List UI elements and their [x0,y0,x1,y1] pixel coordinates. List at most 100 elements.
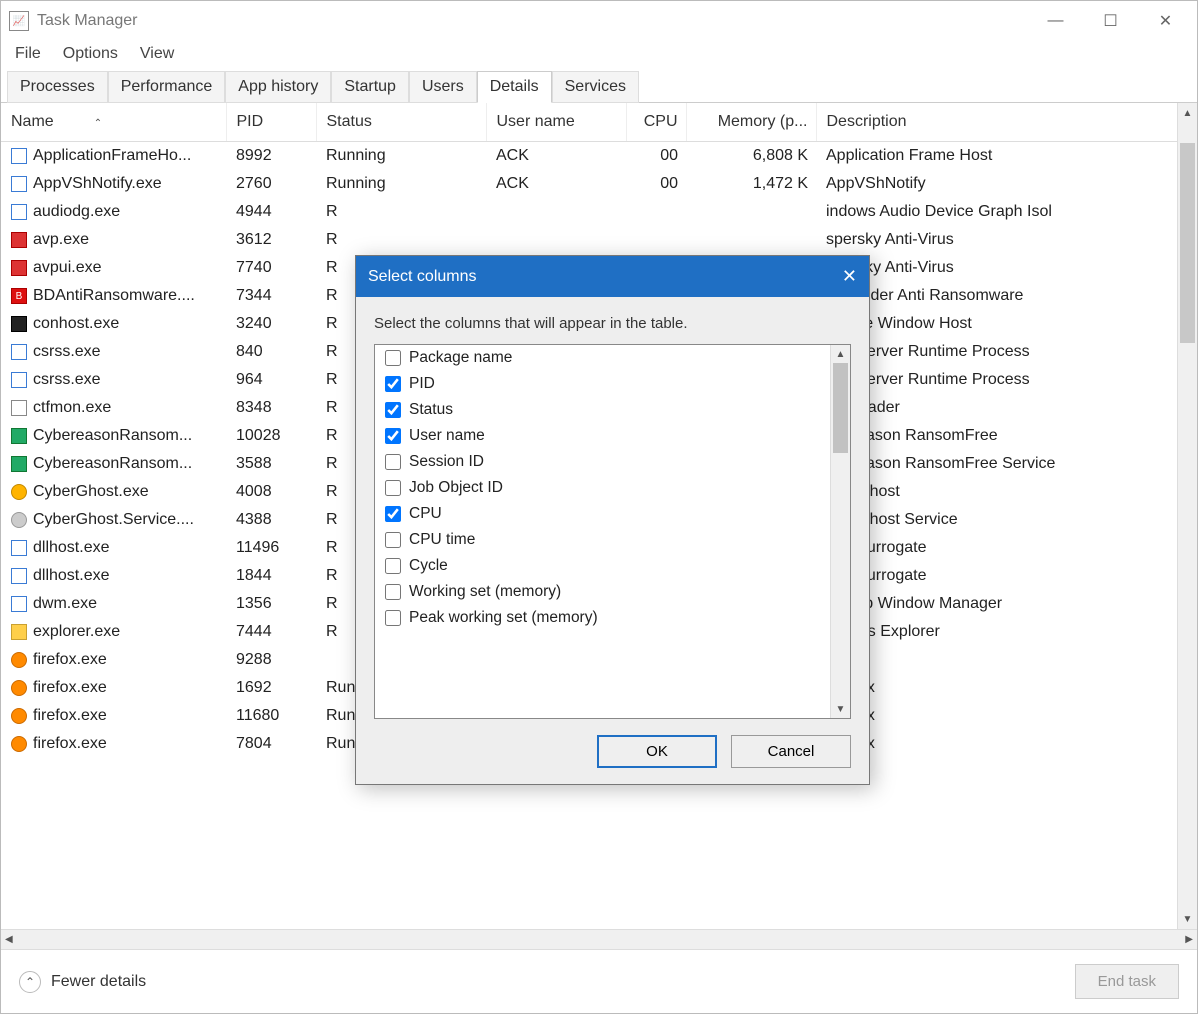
process-icon [11,596,27,612]
process-name: CybereasonRansom... [33,427,192,445]
column-option[interactable]: Cycle [375,553,850,579]
col-mem[interactable]: Memory (p... [686,103,816,142]
tab-performance[interactable]: Performance [108,71,226,103]
fewer-details-label: Fewer details [51,973,146,991]
window-title: Task Manager [37,12,138,30]
table-row[interactable]: avp.exe3612Rspersky Anti-Virus [1,226,1197,254]
process-name: firefox.exe [33,651,107,669]
process-name: ApplicationFrameHo... [33,147,191,165]
column-checkbox[interactable] [385,558,401,574]
process-name: avp.exe [33,231,89,249]
scroll-thumb[interactable] [1180,143,1195,343]
fewer-details-button[interactable]: ⌃ Fewer details [19,971,146,993]
table-row[interactable]: audiodg.exe4944Rindows Audio Device Grap… [1,198,1197,226]
scroll-right-icon[interactable]: ▶ [1185,934,1193,945]
column-option[interactable]: Session ID [375,449,850,475]
maximize-button[interactable]: ☐ [1083,1,1138,41]
tab-startup[interactable]: Startup [331,71,409,103]
tab-services[interactable]: Services [552,71,639,103]
table-row[interactable]: ApplicationFrameHo...8992RunningACK006,8… [1,142,1197,171]
process-icon [11,456,27,472]
end-task-button[interactable]: End task [1075,964,1179,999]
column-checkbox[interactable] [385,454,401,470]
process-name: firefox.exe [33,679,107,697]
minimize-button[interactable]: — [1028,1,1083,41]
column-option[interactable]: Peak working set (memory) [375,605,850,631]
column-option[interactable]: CPU time [375,527,850,553]
col-cpu[interactable]: CPU [626,103,686,142]
column-option[interactable]: Working set (memory) [375,579,850,605]
column-option[interactable]: User name [375,423,850,449]
column-checkbox[interactable] [385,376,401,392]
dialog-title: Select columns [368,268,477,286]
process-icon [11,568,27,584]
process-name: csrss.exe [33,343,101,361]
column-option-label: Job Object ID [409,479,503,497]
column-option[interactable]: CPU [375,501,850,527]
process-name: CyberGhost.exe [33,483,149,501]
tab-details[interactable]: Details [477,71,552,103]
column-checkbox[interactable] [385,610,401,626]
ok-button[interactable]: OK [597,735,717,768]
process-name: dllhost.exe [33,567,110,585]
process-icon [11,708,27,724]
column-option[interactable]: Package name [375,345,850,371]
process-name: firefox.exe [33,735,107,753]
column-checkbox[interactable] [385,506,401,522]
menu-file[interactable]: File [15,45,41,63]
column-option-label: Working set (memory) [409,583,561,601]
menu-view[interactable]: View [140,45,174,63]
process-icon [11,484,27,500]
column-checkbox[interactable] [385,480,401,496]
process-name: CyberGhost.Service.... [33,511,194,529]
app-icon: 📈 [9,11,29,31]
column-checkbox[interactable] [385,428,401,444]
select-columns-dialog: Select columns ✕ Select the columns that… [355,255,870,785]
tab-app-history[interactable]: App history [225,71,331,103]
menu-options[interactable]: Options [63,45,118,63]
column-option-label: CPU [409,505,442,523]
col-pid[interactable]: PID [226,103,316,142]
process-name: dllhost.exe [33,539,110,557]
listbox-scroll-down-icon[interactable]: ▼ [831,700,850,718]
listbox-scroll-up-icon[interactable]: ▲ [831,345,850,363]
process-icon [11,176,27,192]
process-icon [11,344,27,360]
column-option-label: PID [409,375,435,393]
close-button[interactable]: ✕ [1138,1,1193,41]
column-checkbox[interactable] [385,584,401,600]
col-status[interactable]: Status [316,103,486,142]
col-desc[interactable]: Description [816,103,1197,142]
process-name: audiodg.exe [33,203,120,221]
horizontal-scrollbar[interactable]: ◀ ▶ [1,929,1197,949]
process-icon [11,512,27,528]
column-checkbox[interactable] [385,532,401,548]
column-option-label: User name [409,427,485,445]
dialog-instruction: Select the columns that will appear in t… [356,297,869,344]
cancel-button[interactable]: Cancel [731,735,851,768]
col-name[interactable]: Name⌃ [1,103,226,142]
column-option[interactable]: PID [375,371,850,397]
tab-processes[interactable]: Processes [7,71,108,103]
listbox-scrollbar[interactable]: ▲ ▼ [830,345,850,718]
table-row[interactable]: AppVShNotify.exe2760RunningACK001,472 KA… [1,170,1197,198]
footer: ⌃ Fewer details End task [1,949,1197,1013]
scroll-down-icon[interactable]: ▼ [1178,909,1197,929]
dialog-close-icon[interactable]: ✕ [842,266,857,287]
column-checkbox[interactable] [385,350,401,366]
dialog-buttons: OK Cancel [356,719,869,784]
tab-users[interactable]: Users [409,71,477,103]
titlebar[interactable]: 📈 Task Manager — ☐ ✕ [1,1,1197,41]
column-option[interactable]: Job Object ID [375,475,850,501]
col-user[interactable]: User name [486,103,626,142]
vertical-scrollbar[interactable]: ▲ ▼ [1177,103,1197,929]
process-name: AppVShNotify.exe [33,175,162,193]
listbox-scroll-thumb[interactable] [833,363,848,453]
dialog-titlebar[interactable]: Select columns ✕ [356,256,869,297]
scroll-left-icon[interactable]: ◀ [5,934,13,945]
process-icon [11,400,27,416]
process-name: BDAntiRansomware.... [33,287,195,305]
column-checkbox[interactable] [385,402,401,418]
scroll-up-icon[interactable]: ▲ [1178,103,1197,123]
column-option[interactable]: Status [375,397,850,423]
